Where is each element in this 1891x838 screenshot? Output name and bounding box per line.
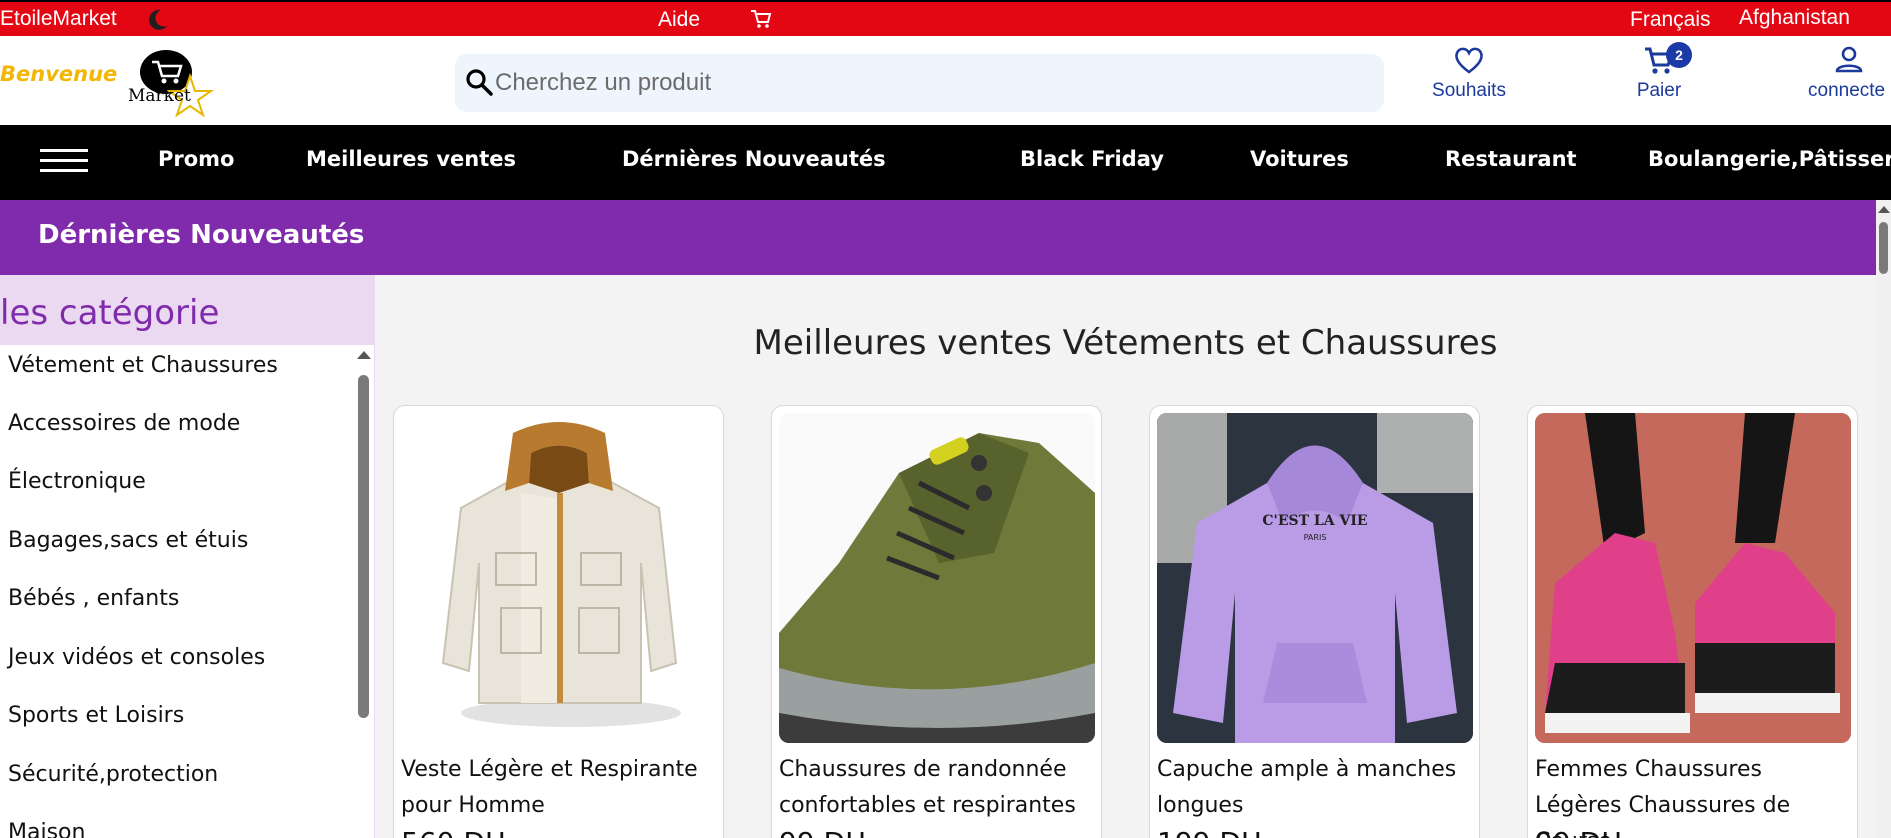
category-item[interactable]: Sécurité,protection [8, 762, 218, 787]
login-button[interactable]: connecte [1808, 44, 1891, 102]
product-name[interactable]: Veste Légère et Respirante pour Homme [401, 752, 717, 824]
category-item[interactable]: Sports et Loisirs [8, 703, 184, 728]
user-icon [1835, 46, 1863, 73]
pay-label: Paier [1636, 80, 1682, 101]
product-price: 99 DH [1535, 826, 1622, 838]
category-item[interactable]: Accessoires de mode [8, 411, 240, 436]
page-banner: Dérnières Nouveautés [0, 200, 1876, 275]
pay-cart-button[interactable]: 2 Paier [1630, 42, 1692, 102]
product-card[interactable]: Femmes Chaussures Légères Chaussures de … [1527, 405, 1858, 838]
product-name[interactable]: Chaussures de randonnée confortables et … [779, 752, 1095, 824]
search-bar [455, 54, 1384, 112]
cart-icon[interactable] [750, 8, 772, 30]
jacket-image[interactable] [401, 413, 717, 743]
category-item[interactable]: Bagages,sacs et étuis [8, 528, 248, 553]
brand-name[interactable]: EtoileMarket [0, 7, 117, 31]
help-link[interactable]: Aide [658, 8, 700, 32]
category-item[interactable]: Maison [8, 820, 85, 838]
scroll-up-arrow-icon[interactable] [357, 351, 371, 359]
sidebar-title: les catégorie [0, 293, 220, 333]
heart-icon [1455, 47, 1483, 74]
main-content: Meilleures ventes Vétements et Chaussure… [375, 275, 1876, 838]
product-card[interactable]: C'EST LA VIE PARIS Capuche ample à manch… [1149, 405, 1480, 838]
page-scrollbar[interactable] [1876, 200, 1891, 838]
banner-title: Dérnières Nouveautés [38, 220, 365, 250]
running-shoe-image[interactable] [1535, 413, 1851, 743]
product-card[interactable]: Chaussures de randonnée confortables et … [771, 405, 1102, 838]
svg-text:PARIS: PARIS [1304, 533, 1327, 542]
wishlist-button[interactable]: Souhaits [1430, 44, 1508, 102]
category-list: Vétement et Chaussures Accessoires de mo… [0, 345, 352, 838]
product-price: 99 DH [779, 826, 866, 838]
category-item[interactable]: Électronique [8, 469, 146, 494]
nav-item-cars[interactable]: Voitures [1250, 147, 1349, 171]
category-item[interactable]: Bébés , enfants [8, 586, 179, 611]
nav-item-restaurant[interactable]: Restaurant [1445, 147, 1577, 171]
logo-text: Market [128, 86, 191, 106]
login-label: connecte [1808, 80, 1886, 101]
top-bar: EtoileMarket Aide Français Afghanistan [0, 0, 1891, 36]
product-price: 560 DH [401, 826, 506, 838]
search-icon[interactable] [463, 66, 495, 98]
cart-count-badge: 2 [1666, 42, 1692, 68]
nav-item-bakery[interactable]: Boulangerie,Pâtisserie [1648, 147, 1891, 171]
page-scrollbar-thumb[interactable] [1879, 222, 1888, 274]
page-scroll-up-arrow-icon[interactable] [1878, 206, 1890, 213]
dark-mode-moon-icon[interactable] [144, 7, 170, 33]
main-header: Benvenue Market Souhaits 2 Paier [0, 36, 1891, 125]
product-name[interactable]: Capuche ample à manches longues [1157, 752, 1473, 824]
hoodie-image[interactable]: C'EST LA VIE PARIS [1157, 413, 1473, 743]
product-price: 199 DH [1157, 826, 1262, 838]
svg-text:C'EST LA VIE: C'EST LA VIE [1262, 513, 1367, 529]
country-selector[interactable]: Afghanistan [1739, 6, 1850, 30]
category-item[interactable]: Vétement et Chaussures [8, 353, 278, 378]
nav-item-promo[interactable]: Promo [158, 147, 234, 171]
category-sidebar: les catégorie Vétement et Chaussures Acc… [0, 275, 375, 838]
welcome-text: Benvenue [0, 62, 118, 86]
nav-item-new-arrivals[interactable]: Dérnières Nouveautés [622, 147, 886, 171]
hiking-shoe-image[interactable] [779, 413, 1095, 743]
sidebar-scrollbar[interactable] [352, 345, 374, 838]
hamburger-menu-icon[interactable] [40, 149, 88, 175]
main-nav: Promo Meilleures ventes Dérnières Nouvea… [0, 125, 1891, 200]
category-item[interactable]: Jeux vidéos et consoles [8, 645, 265, 670]
market-logo-icon[interactable] [128, 46, 224, 118]
section-title: Meilleures ventes Vétements et Chaussure… [753, 323, 1498, 363]
language-selector[interactable]: Français [1630, 8, 1711, 32]
nav-item-black-friday[interactable]: Black Friday [1020, 147, 1164, 171]
wishlist-label: Souhaits [1432, 80, 1506, 101]
product-card[interactable]: Veste Légère et Respirante pour Homme 56… [393, 405, 724, 838]
scrollbar-thumb[interactable] [358, 375, 369, 718]
nav-item-best-sellers[interactable]: Meilleures ventes [306, 147, 516, 171]
search-input[interactable] [495, 62, 1365, 104]
